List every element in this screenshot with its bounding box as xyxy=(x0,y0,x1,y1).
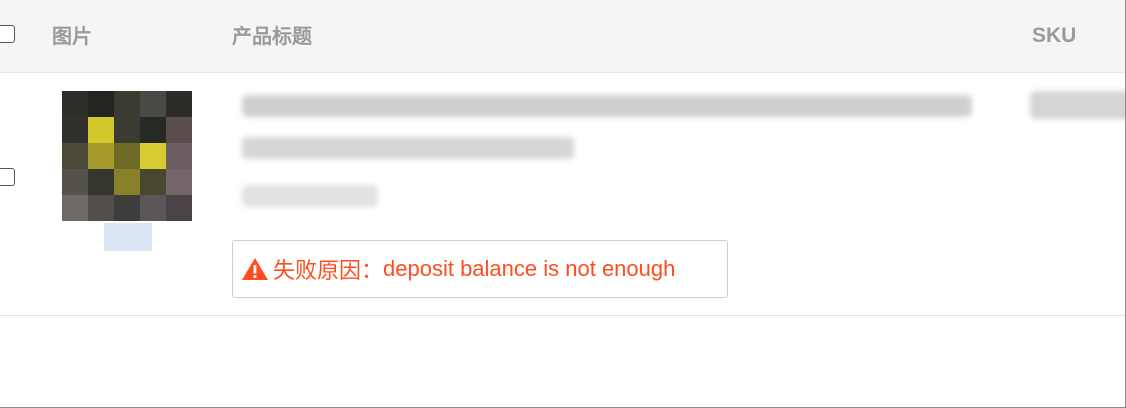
table-header: 图片 产品标题 SKU xyxy=(0,0,1125,73)
select-all-checkbox[interactable] xyxy=(0,25,15,43)
failure-reason-prefix: 失败原因： xyxy=(273,258,384,283)
warning-icon xyxy=(242,258,268,280)
table-row: 失败原因： deposit balance is not enough xyxy=(0,73,1125,316)
column-header-image[interactable]: 图片 xyxy=(52,22,92,50)
sku-value-redacted xyxy=(1030,91,1125,119)
product-table: 图片 产品标题 SKU 失败原因： deposit balance is not… xyxy=(0,0,1126,408)
column-header-title[interactable]: 产品标题 xyxy=(232,22,312,50)
failure-reason-box: 失败原因： deposit balance is not enough xyxy=(232,240,728,298)
product-title-line-1-redacted xyxy=(242,95,972,117)
column-header-sku[interactable]: SKU xyxy=(1032,22,1076,50)
product-title-line-2-redacted xyxy=(242,137,574,159)
product-thumbnail[interactable] xyxy=(60,89,196,253)
row-select-checkbox[interactable] xyxy=(0,168,15,186)
failure-reason-message: deposit balance is not enough xyxy=(383,256,676,281)
product-subtitle-redacted xyxy=(242,185,378,207)
